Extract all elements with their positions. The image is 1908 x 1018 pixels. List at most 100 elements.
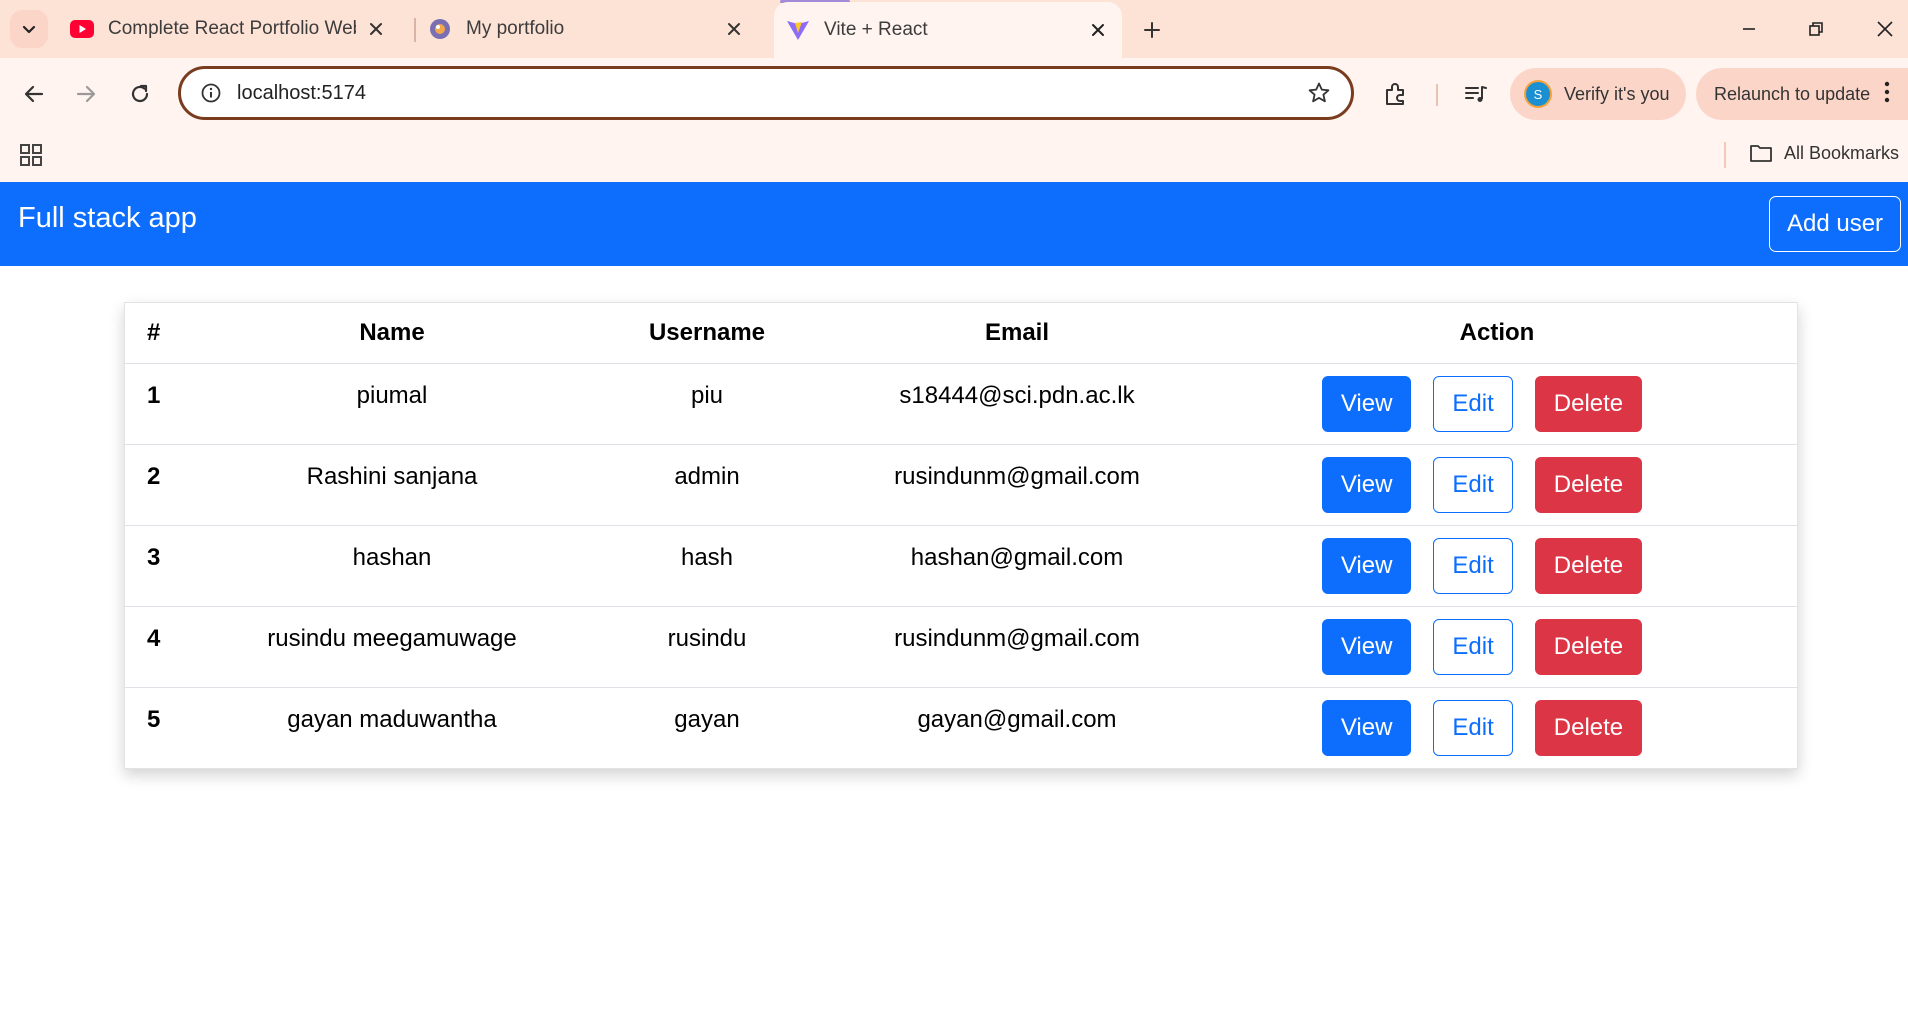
reload-icon xyxy=(131,84,149,103)
site-info-icon[interactable] xyxy=(199,81,223,105)
delete-button[interactable]: Delete xyxy=(1534,619,1643,675)
restore-button[interactable] xyxy=(1801,14,1831,44)
delete-button[interactable]: Delete xyxy=(1534,457,1643,513)
view-button[interactable]: View xyxy=(1321,619,1412,675)
reload-button[interactable] xyxy=(122,76,158,112)
apps-grid-icon[interactable] xyxy=(18,142,44,168)
row-name-value: piumal xyxy=(356,382,428,409)
media-controls-button[interactable] xyxy=(1460,78,1492,110)
all-bookmarks-button[interactable]: All Bookmarks xyxy=(1748,140,1899,166)
all-bookmarks-label: All Bookmarks xyxy=(1784,142,1900,163)
tab-my-portfolio[interactable]: My portfolio xyxy=(428,0,758,58)
minimize-icon xyxy=(1743,28,1755,30)
column-header-action: Action xyxy=(1197,303,1797,364)
tab-vite-react[interactable]: Vite + React xyxy=(774,2,1122,58)
delete-button[interactable]: Delete xyxy=(1534,700,1643,756)
extensions-button[interactable] xyxy=(1380,78,1412,110)
tab-separator xyxy=(414,18,416,42)
close-tab-icon[interactable] xyxy=(722,17,746,41)
playlist-icon xyxy=(1465,86,1487,102)
row-name-value: rusindu meegamuwage xyxy=(267,625,517,652)
row-name: hashan xyxy=(207,525,577,607)
delete-button[interactable]: Delete xyxy=(1534,376,1643,432)
verify-identity-button[interactable]: S Verify it's you xyxy=(1510,68,1686,120)
more-menu-icon[interactable] xyxy=(1884,81,1890,107)
row-username-value: hash xyxy=(680,544,734,571)
minimize-button[interactable] xyxy=(1734,14,1764,44)
restore-icon xyxy=(1809,22,1823,36)
forward-button[interactable] xyxy=(68,76,104,112)
view-button[interactable]: View xyxy=(1321,700,1412,756)
view-button[interactable]: View xyxy=(1321,538,1412,594)
row-username-value: rusindu xyxy=(667,625,747,652)
row-actions: View Edit Delete xyxy=(1197,363,1797,445)
row-username-value: gayan xyxy=(674,706,740,733)
tab-title: Complete React Portfolio Websi xyxy=(108,18,356,39)
column-header-name: Name xyxy=(207,303,577,364)
view-button[interactable]: View xyxy=(1321,376,1412,432)
toolbar-divider xyxy=(1436,84,1438,106)
row-actions: View Edit Delete xyxy=(1197,444,1797,526)
arrow-right-icon xyxy=(76,85,96,103)
tab-search-button[interactable] xyxy=(10,10,48,48)
edit-button[interactable]: Edit xyxy=(1433,376,1513,432)
row-email-value: s18444@sci.pdn.ac.lk xyxy=(899,382,1135,409)
tab-complete-react-portfolio[interactable]: Complete React Portfolio Websi xyxy=(70,0,400,58)
close-tab-icon[interactable] xyxy=(364,17,388,41)
avatar: S xyxy=(1524,80,1552,108)
row-index: 5 xyxy=(125,688,207,769)
bookmark-star-icon[interactable] xyxy=(1305,79,1333,107)
bookmarks-divider xyxy=(1724,142,1726,168)
edit-button[interactable]: Edit xyxy=(1433,700,1513,756)
edit-button[interactable]: Edit xyxy=(1433,457,1513,513)
add-user-button[interactable]: Add user xyxy=(1769,196,1901,252)
row-name: rusindu meegamuwage xyxy=(207,606,577,688)
relaunch-button[interactable]: Relaunch to update xyxy=(1696,68,1908,120)
tab-strip: Complete React Portfolio Websi My portfo… xyxy=(0,0,1908,58)
row-email: s18444@sci.pdn.ac.lk xyxy=(837,363,1197,445)
column-header-index: # xyxy=(125,303,207,364)
edit-button[interactable]: Edit xyxy=(1433,619,1513,675)
view-button[interactable]: View xyxy=(1321,457,1412,513)
row-email-value: gayan@gmail.com xyxy=(917,706,1117,733)
delete-button[interactable]: Delete xyxy=(1534,538,1643,594)
tab-title: Vite + React xyxy=(824,19,928,40)
edit-button[interactable]: Edit xyxy=(1433,538,1513,594)
row-index: 1 xyxy=(125,363,207,445)
table-row: 4 rusindu meegamuwage rusindu rusindunm@… xyxy=(125,606,1797,688)
row-name-value: gayan maduwantha xyxy=(287,706,497,733)
close-tab-icon[interactable] xyxy=(1086,18,1110,42)
table-body: 1 piumal piu s18444@sci.pdn.ac.lk View E… xyxy=(125,363,1797,769)
row-email: gayan@gmail.com xyxy=(837,688,1197,769)
app-navbar: Full stack app Add user xyxy=(0,182,1908,266)
users-table: # Name Username Email Action 1 piumal pi… xyxy=(125,303,1797,768)
table-row: 5 gayan maduwantha gayan gayan@gmail.com… xyxy=(125,688,1797,769)
row-actions: View Edit Delete xyxy=(1197,688,1797,769)
row-email-value: rusindunm@gmail.com xyxy=(894,463,1140,490)
plus-icon xyxy=(1144,22,1160,38)
row-index-value: 5 xyxy=(147,706,161,733)
row-name: Rashini sanjana xyxy=(207,444,577,526)
row-username-value: admin xyxy=(674,463,740,490)
row-name: gayan maduwantha xyxy=(207,688,577,769)
vite-icon xyxy=(786,18,810,42)
table-row: 1 piumal piu s18444@sci.pdn.ac.lk View E… xyxy=(125,363,1797,445)
row-index: 4 xyxy=(125,606,207,688)
verify-label: Verify it's you xyxy=(1564,83,1670,104)
browser-toolbar: localhost:5174 S Verify it's you Relaunc… xyxy=(0,58,1908,130)
navbar-brand[interactable]: Full stack app xyxy=(18,202,197,235)
url-text[interactable]: localhost:5174 xyxy=(237,82,1305,105)
row-username: rusindu xyxy=(577,606,837,688)
row-name-value: Rashini sanjana xyxy=(306,463,478,490)
table-header-row: # Name Username Email Action xyxy=(125,303,1797,364)
close-window-button[interactable] xyxy=(1870,14,1900,44)
row-index-value: 4 xyxy=(147,625,161,652)
row-username-value: piu xyxy=(690,382,724,409)
row-name: piumal xyxy=(207,363,577,445)
relaunch-label: Relaunch to update xyxy=(1714,83,1871,104)
row-username: gayan xyxy=(577,688,837,769)
new-tab-button[interactable] xyxy=(1138,16,1166,44)
youtube-icon xyxy=(70,17,94,41)
address-bar[interactable]: localhost:5174 xyxy=(178,66,1354,120)
back-button[interactable] xyxy=(16,76,52,112)
